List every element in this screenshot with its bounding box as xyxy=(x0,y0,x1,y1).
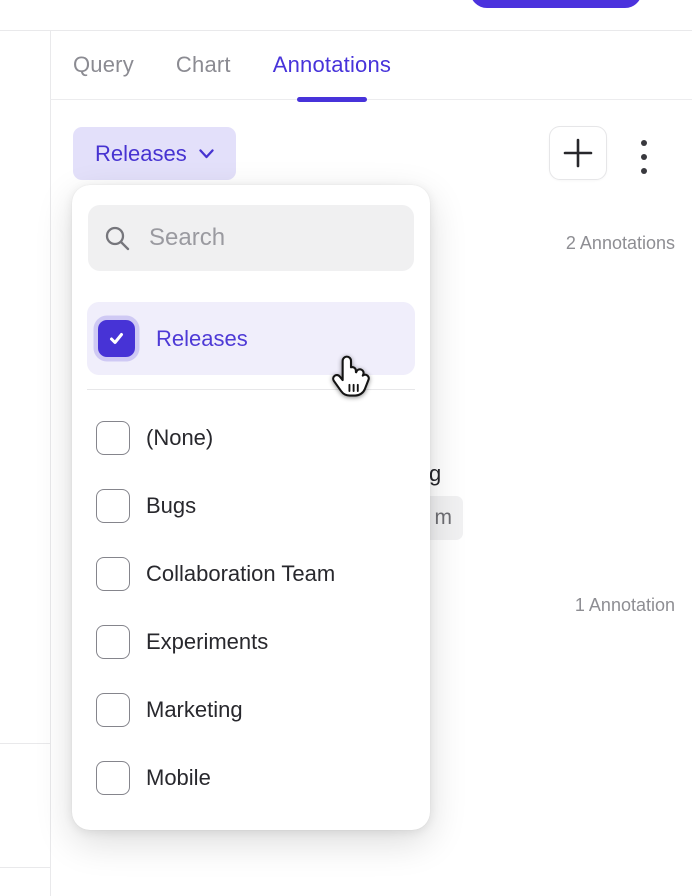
add-annotation-button[interactable] xyxy=(549,126,607,180)
obscured-annotation-title-fragment: g xyxy=(429,461,441,487)
obscured-tag-text: m xyxy=(435,506,453,530)
more-options-button[interactable] xyxy=(634,134,654,180)
plus-icon xyxy=(563,138,593,168)
tab-chart-label: Chart xyxy=(176,52,231,78)
releases-filter-button[interactable]: Releases xyxy=(73,127,236,180)
tab-chart[interactable]: Chart xyxy=(176,30,231,99)
tab-query-label: Query xyxy=(73,52,134,78)
tab-annotations[interactable]: Annotations xyxy=(273,30,391,99)
option-none[interactable]: (None) xyxy=(72,404,430,472)
search-icon xyxy=(104,225,131,252)
checkbox-checked-icon[interactable] xyxy=(98,320,135,357)
search-input[interactable] xyxy=(149,224,459,252)
checkbox-unchecked[interactable] xyxy=(96,557,130,591)
sidebar-row-divider xyxy=(0,743,50,744)
tab-annotations-label: Annotations xyxy=(273,52,391,78)
active-tab-underline xyxy=(297,97,367,102)
option-collaboration-team[interactable]: Collaboration Team xyxy=(72,540,430,608)
tab-query[interactable]: Query xyxy=(73,30,134,99)
chevron-down-icon xyxy=(199,149,214,159)
option-marketing-label: Marketing xyxy=(146,697,243,723)
releases-filter-dropdown: Releases (None) Bugs Collaboration Team … xyxy=(72,185,430,830)
option-none-label: (None) xyxy=(146,425,213,451)
option-bugs[interactable]: Bugs xyxy=(72,472,430,540)
option-bugs-label: Bugs xyxy=(146,493,196,519)
option-marketing[interactable]: Marketing xyxy=(72,676,430,744)
primary-action-button[interactable] xyxy=(470,0,642,8)
option-mobile-label: Mobile xyxy=(146,765,211,791)
tab-bar: Query Chart Annotations xyxy=(50,30,692,100)
checkbox-unchecked[interactable] xyxy=(96,625,130,659)
sidebar-row-divider xyxy=(0,867,50,868)
dropdown-divider xyxy=(87,389,415,390)
checkbox-unchecked[interactable] xyxy=(96,693,130,727)
option-experiments[interactable]: Experiments xyxy=(72,608,430,676)
dropdown-search-box[interactable] xyxy=(88,205,414,271)
option-releases[interactable]: Releases xyxy=(87,302,415,375)
annotation-count-group-1: 2 Annotations xyxy=(566,232,675,254)
option-collaboration-team-label: Collaboration Team xyxy=(146,561,335,587)
option-releases-label: Releases xyxy=(156,326,248,352)
option-experiments-label: Experiments xyxy=(146,629,268,655)
option-mobile[interactable]: Mobile xyxy=(72,744,430,812)
sidebar-divider xyxy=(50,30,51,896)
dropdown-option-list: (None) Bugs Collaboration Team Experimen… xyxy=(72,404,430,812)
releases-filter-label: Releases xyxy=(95,141,187,167)
kebab-menu-icon xyxy=(641,140,647,174)
checkbox-unchecked[interactable] xyxy=(96,761,130,795)
checkbox-unchecked[interactable] xyxy=(96,421,130,455)
annotation-count-group-2: 1 Annotation xyxy=(575,594,675,616)
checkbox-unchecked[interactable] xyxy=(96,489,130,523)
